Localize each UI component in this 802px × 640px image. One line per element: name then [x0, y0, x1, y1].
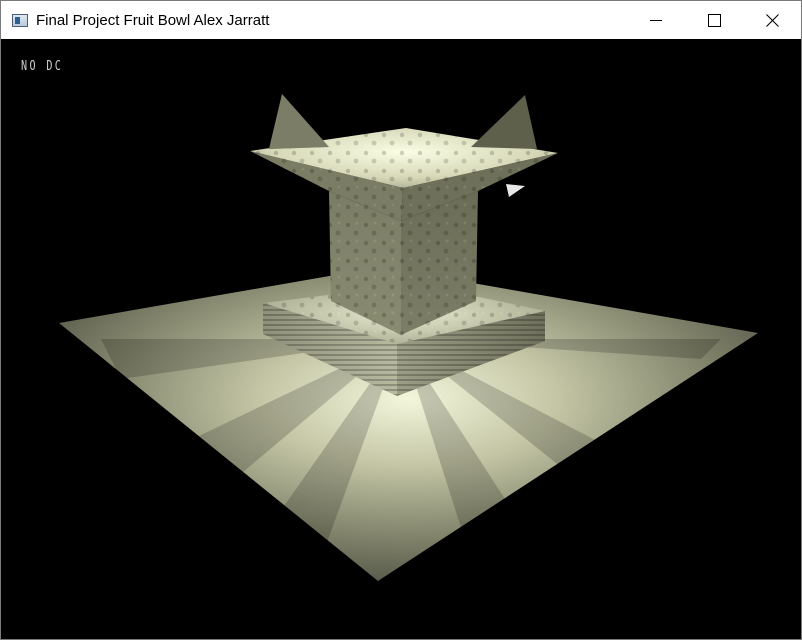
app-window: Final Project Fruit Bowl Alex Jarratt NO…: [0, 0, 802, 640]
minimize-icon: [650, 20, 662, 21]
close-icon: [765, 13, 779, 27]
scene-canvas: [59, 94, 758, 581]
maximize-icon: [707, 13, 721, 27]
window-controls: [627, 1, 801, 39]
render-viewport[interactable]: NO DC: [1, 39, 801, 639]
minimize-button[interactable]: [627, 1, 685, 39]
maximize-button[interactable]: [685, 1, 743, 39]
title-bar[interactable]: Final Project Fruit Bowl Alex Jarratt: [1, 1, 801, 39]
window-title: Final Project Fruit Bowl Alex Jarratt: [36, 11, 270, 29]
close-button[interactable]: [743, 1, 801, 39]
application-window-icon[interactable]: [12, 13, 28, 27]
bowl-flap-right: [471, 95, 537, 149]
status-overlay-text: NO DC: [21, 59, 64, 74]
bowl-highlight: [506, 184, 525, 197]
